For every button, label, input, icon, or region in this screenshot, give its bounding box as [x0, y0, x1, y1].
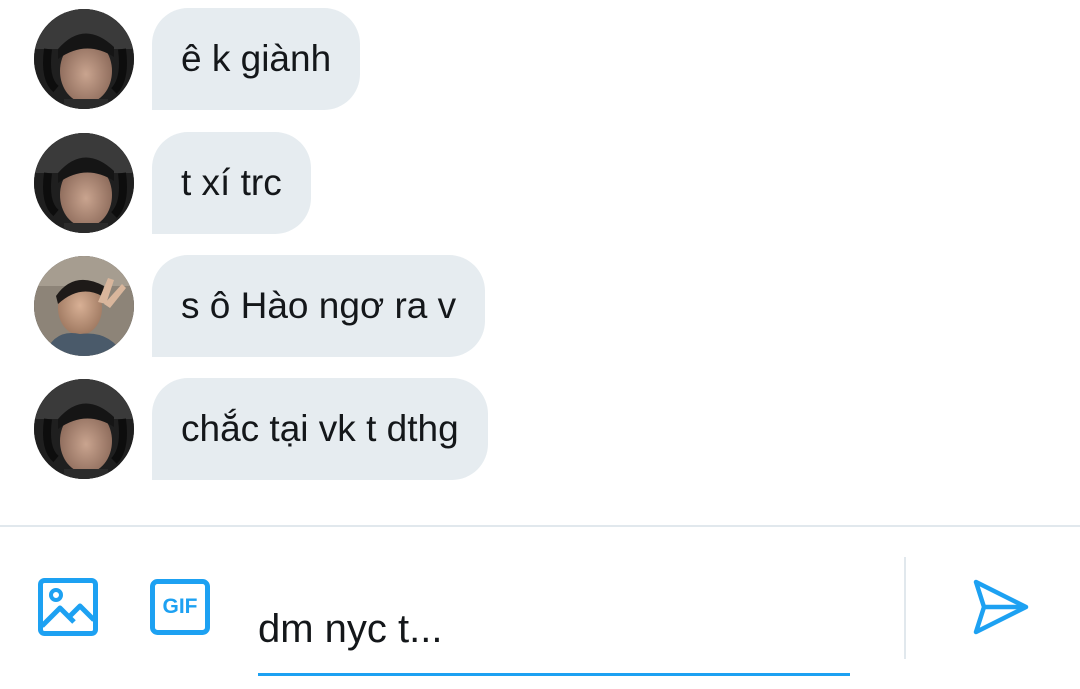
message-input-value: dm nyc t...	[258, 607, 443, 651]
message-input[interactable]: dm nyc t...	[258, 577, 850, 679]
avatar[interactable]	[34, 256, 134, 356]
gif-icon[interactable]: GIF	[150, 579, 210, 635]
message-composer: GIF dm nyc t...	[0, 527, 1080, 689]
avatar[interactable]	[34, 379, 134, 479]
send-icon[interactable]	[970, 578, 1030, 636]
message-bubble[interactable]: chắc tại vk t dthg	[152, 378, 488, 480]
message-list: ê k giành t xí trc s ô Hào ngơ ra v chắc…	[0, 0, 1080, 526]
message-bubble[interactable]: ê k giành	[152, 8, 361, 110]
avatar[interactable]	[34, 9, 134, 109]
input-underline	[258, 673, 850, 676]
message-row: ê k giành	[34, 8, 361, 110]
gif-label: GIF	[162, 595, 198, 618]
message-row: s ô Hào ngơ ra v	[34, 255, 486, 357]
message-row: chắc tại vk t dthg	[34, 378, 488, 480]
message-row: t xí trc	[34, 132, 311, 234]
message-bubble[interactable]: t xí trc	[152, 132, 311, 234]
avatar[interactable]	[34, 133, 134, 233]
vertical-divider	[904, 557, 906, 659]
image-icon[interactable]	[38, 578, 98, 636]
message-bubble[interactable]: s ô Hào ngơ ra v	[152, 255, 486, 357]
